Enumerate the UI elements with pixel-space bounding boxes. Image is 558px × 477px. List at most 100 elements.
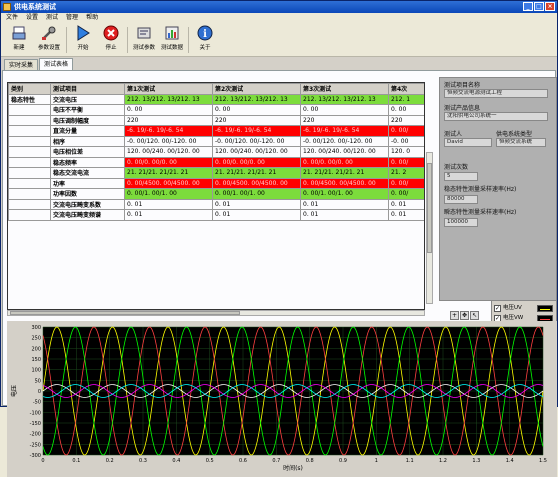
y-tick-label: -50 <box>33 400 41 406</box>
graph-tools: + ✥ ↖ <box>450 311 480 320</box>
start-button[interactable]: 开始 <box>69 25 97 55</box>
table-row[interactable]: 相序 -0. 00/120. 00/-120. 00 -0. 00/120. 00/… <box>8 135 424 147</box>
y-tick-label: 0 <box>38 389 41 395</box>
value-cell: 0. 00/0. 00/0. 00 <box>300 156 389 168</box>
table-row[interactable]: 功率因数 0. 00/1. 00/1. 00 0. 00/1. 00/1. 00 0.… <box>8 188 424 200</box>
y-tick-label: -150 <box>30 421 41 427</box>
x-tick-label: 1 <box>375 458 378 464</box>
product-info-field[interactable]: 沈阳供电公司系统一 <box>444 112 548 121</box>
y-tick-label: 250 <box>31 336 41 342</box>
new-file-icon <box>12 26 26 40</box>
menu-file[interactable]: 文件 <box>6 13 18 23</box>
test-params-button[interactable]: 测试参数 <box>130 25 158 55</box>
column-header: 第4次 <box>388 83 424 95</box>
menu-help[interactable]: 帮助 <box>86 13 98 23</box>
params-button[interactable]: 参数设置 <box>35 25 63 55</box>
value-cell: 220 <box>124 114 213 126</box>
category-cell <box>8 146 51 158</box>
menu-settings[interactable]: 设置 <box>26 13 38 23</box>
table-row[interactable]: 稳态特性 交流电压 212. 13/212. 13/212. 13 212. 13/2… <box>8 93 424 105</box>
wrench-icon <box>42 26 56 40</box>
x-tick-label: 1.4 <box>506 458 514 464</box>
project-name-field[interactable]: 恒频交流电源测试工程 <box>444 89 548 98</box>
item-cell: 稳态频率 <box>50 156 125 168</box>
steady-rate-field[interactable]: 80000 <box>444 195 478 204</box>
category-cell <box>8 198 51 210</box>
close-icon[interactable]: × <box>545 2 555 11</box>
item-cell: 直流分量 <box>50 125 125 137</box>
table-row[interactable]: 电压不平衡 0. 00 0. 00 0. 00 0. 00 <box>8 104 424 116</box>
table-vertical-scrollbar[interactable] <box>426 152 433 304</box>
test-data-icon <box>165 26 179 40</box>
value-cell: 0. 00/ <box>388 177 424 189</box>
system-type-label: 供电系统类型 <box>496 131 533 138</box>
value-cell: 0. 00/ <box>388 188 424 200</box>
value-cell: 0. 01 <box>212 198 301 210</box>
x-tick-label: 0.5 <box>206 458 214 464</box>
x-tick-label: 1.3 <box>472 458 480 464</box>
item-cell: 功率 <box>50 177 125 189</box>
x-tick-label: 0.2 <box>106 458 114 464</box>
table-row[interactable]: 电压相位差 120. 00/240. 00/120. 00 120. 00/240.… <box>8 146 424 158</box>
table-row[interactable]: 交流电压畸变系数 0. 01 0. 01 0. 01 0. 01 <box>8 198 424 210</box>
table-row[interactable]: 稳态交流电流 21. 21/21. 21/21. 21 21. 21/21. 21/… <box>8 167 424 179</box>
new-button[interactable]: 新建 <box>5 25 33 55</box>
tab-bar: 实时采集 测试表格 <box>1 58 557 70</box>
table-horizontal-scrollbar[interactable] <box>7 310 425 316</box>
product-info-label: 测试产品信息 <box>444 105 481 112</box>
stop-button[interactable]: 停止 <box>97 25 125 55</box>
table-row[interactable]: 电压调制幅度 220 220 220 220 <box>8 114 424 126</box>
value-cell: 0. 00 <box>212 104 301 116</box>
table-row[interactable]: 交流电压畸变频谱 0. 01 0. 01 0. 01 0. 01 <box>8 209 424 221</box>
value-cell: 0. 00/1. 00/1. 00 <box>212 188 301 200</box>
value-cell: 0. 00/ <box>388 156 424 168</box>
waveform-chart: 0 0.1 0.2 0.3 0.4 0.5 0.6 0.7 0.8 0.9 1 1.1 1.2 1.3 1.… <box>7 321 557 477</box>
x-tick-label: 0.3 <box>139 458 147 464</box>
table-row[interactable]: 稳态频率 0. 00/0. 00/0. 00 0. 00/0. 00/0. 00 0.… <box>8 156 424 168</box>
menu-test[interactable]: 测试 <box>46 13 58 23</box>
tester-field[interactable]: David <box>444 138 492 147</box>
value-cell: 0. 00/4500. 00/4500. 00 <box>300 177 389 189</box>
y-tick-label: -250 <box>30 442 41 448</box>
value-cell: 0. 01 <box>212 209 301 221</box>
menu-manage[interactable]: 管理 <box>66 13 78 23</box>
column-header: 测试项目 <box>50 83 125 95</box>
value-cell: 212. 13/212. 13/212. 13 <box>124 93 213 105</box>
tab-test-table[interactable]: 测试表格 <box>39 58 74 70</box>
table-row[interactable]: 功率 0. 00/4500. 00/4500. 00 0. 00/4500. 00/… <box>8 177 424 189</box>
tab-panel: 类别 测试项目 第1次测试 第2次测试 第3次测试 第4次 稳态特性 交流电压 21… <box>2 70 557 477</box>
tab-realtime[interactable]: 实时采集 <box>4 59 39 70</box>
value-cell: 0. 00/4500. 00/4500. 00 <box>212 177 301 189</box>
value-cell: 0. 01 <box>300 209 389 221</box>
toolbar: 新建 参数设置 开始 停止 测试参数 测试数据 i 关于 <box>1 23 557 57</box>
y-tick-label: 300 <box>31 325 41 331</box>
legend-item[interactable]: ✓ 电压UV <box>494 304 554 314</box>
pan-icon[interactable]: ✥ <box>460 311 469 320</box>
cursor-icon[interactable]: ↖ <box>470 311 479 320</box>
y-tick-label: -100 <box>30 410 41 416</box>
transient-rate-field[interactable]: 100000 <box>444 218 478 227</box>
legend-checkbox[interactable]: ✓ <box>494 305 501 312</box>
item-cell: 相序 <box>50 135 125 147</box>
maximize-icon[interactable]: □ <box>534 2 544 11</box>
value-cell: 0. 00 <box>124 104 213 116</box>
item-cell: 电压不平衡 <box>50 104 125 116</box>
test-count-field[interactable]: 5 <box>444 172 478 181</box>
x-axis-label: 时间(s) <box>283 464 303 472</box>
test-data-button[interactable]: 测试数据 <box>158 25 186 55</box>
x-tick-label: 0.6 <box>239 458 247 464</box>
y-tick-label: 150 <box>31 357 41 363</box>
value-cell: 0. 01 <box>124 209 213 221</box>
value-cell: 0. 00/0. 00/0. 00 <box>124 156 213 168</box>
x-tick-label: 1.5 <box>539 458 547 464</box>
value-cell: 0. 01 <box>388 198 424 210</box>
item-cell: 交流电压畸变频谱 <box>50 209 125 221</box>
about-button[interactable]: i 关于 <box>191 25 219 55</box>
system-type-field[interactable]: 恒频交流系统 <box>496 138 546 147</box>
y-axis-label: 电压 <box>10 385 18 397</box>
category-cell: 稳态特性 <box>8 93 51 105</box>
table-row[interactable]: 直流分量 -6. 19/-6. 19/-6. 54 -6. 19/-6. 19/-6… <box>8 125 424 137</box>
value-cell: -6. 19/-6. 19/-6. 54 <box>300 125 389 137</box>
minimize-icon[interactable]: _ <box>523 2 533 11</box>
zoom-icon[interactable]: + <box>450 311 459 320</box>
